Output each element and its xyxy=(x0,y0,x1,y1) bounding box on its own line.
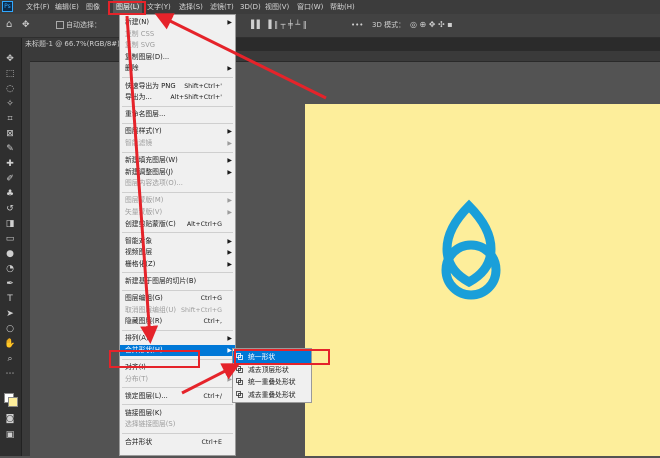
annotation-arrows xyxy=(125,13,327,395)
arrow-down-menu xyxy=(125,15,159,344)
arrow-to-layer-menu xyxy=(154,13,327,100)
arrow-to-unite xyxy=(181,363,241,395)
